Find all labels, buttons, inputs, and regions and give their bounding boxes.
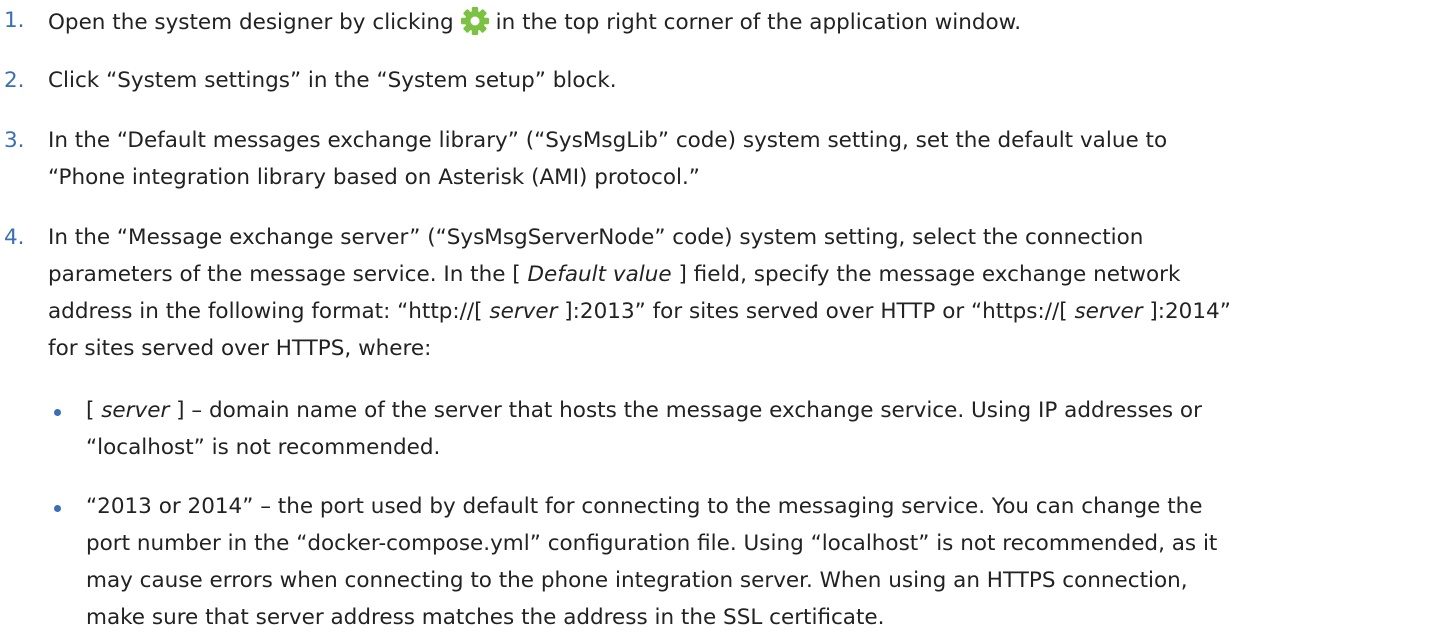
step-number: 3. <box>4 128 25 153</box>
step-text-part: ]:2014” <box>1142 299 1231 324</box>
bullet-text-line: “localhost” is not recommended. <box>86 435 441 460</box>
step-text-part: Open the system designer by clicking <box>48 10 454 35</box>
step-text-line: for sites served over HTTPS, where: <box>48 336 432 361</box>
step-text-line: address in the following format: “http:/… <box>48 297 1231 327</box>
step-number: 1. <box>4 8 25 33</box>
placeholder-server: server <box>101 398 170 423</box>
step-text-part: ]:2013” for sites served over HTTP or “h… <box>557 299 1075 324</box>
bullet-text-line: [ server ] – domain name of the server t… <box>86 396 1202 426</box>
step-text-line: In the “Message exchange server” (“SysMs… <box>48 225 1144 250</box>
placeholder-server: server <box>1074 299 1143 324</box>
step-number: 2. <box>4 68 25 93</box>
bullet-text-part: [ <box>86 398 102 423</box>
bullet-text-part: ] – domain name of the server that hosts… <box>169 398 1202 423</box>
step-text-part: in the top right corner of the applicati… <box>495 10 1022 35</box>
step-text-line: “Phone integration library based on Aste… <box>48 165 700 190</box>
gear-icon <box>458 6 492 36</box>
step-text: Open the system designer by clicking in … <box>48 6 1021 38</box>
bullet-dot <box>54 409 61 416</box>
bullet-text-line: make sure that server address matches th… <box>86 605 885 630</box>
step-text-line: parameters of the message service. In th… <box>48 260 1180 290</box>
step-text-part: address in the following format: “http:/… <box>48 299 490 324</box>
placeholder-server: server <box>489 299 558 324</box>
bullet-text-line: “2013 or 2014” – the port used by defaul… <box>86 494 1203 519</box>
instructions-page: 1. Open the system designer by clicking … <box>0 0 1435 630</box>
step-text: Click “System settings” in the “System s… <box>48 68 617 93</box>
bullet-dot <box>54 505 61 512</box>
step-text-part: parameters of the message service. In th… <box>48 262 528 287</box>
field-name: Default value <box>527 262 672 287</box>
step-number: 4. <box>4 225 25 250</box>
step-text-part: ] field, specify the message exchange ne… <box>671 262 1181 287</box>
bullet-text-line: may cause errors when connecting to the … <box>86 568 1188 593</box>
bullet-text-line: port number in the “docker-compose.yml” … <box>86 531 1218 556</box>
step-text-line: In the “Default messages exchange librar… <box>48 128 1168 153</box>
